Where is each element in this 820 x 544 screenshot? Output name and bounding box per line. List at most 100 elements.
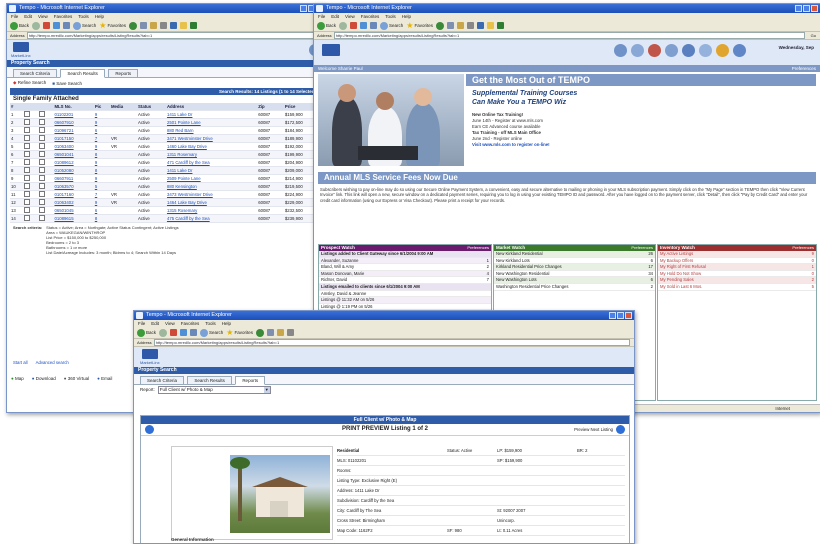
col-media[interactable]: Media bbox=[109, 103, 138, 111]
tab-search-results[interactable]: Search Results bbox=[187, 376, 232, 385]
advanced-search-link[interactable]: Advanced search bbox=[36, 360, 69, 365]
row-checkbox[interactable] bbox=[22, 198, 39, 207]
checkbox[interactable] bbox=[23, 207, 30, 213]
row-address[interactable]: 2509 Pointe Lane bbox=[165, 174, 258, 183]
watch-row[interactable]: Bland, Will & Amy 2 bbox=[319, 264, 491, 271]
row-mls-link[interactable]: 01017150 bbox=[53, 134, 94, 143]
print-icon[interactable] bbox=[286, 329, 294, 336]
menu-favorites[interactable]: Favorites bbox=[54, 13, 73, 20]
print-icon[interactable] bbox=[466, 22, 474, 29]
promo-register-link[interactable]: Visit www.mls.com to register on-line! bbox=[472, 142, 550, 148]
back-button[interactable]: Back bbox=[137, 328, 156, 337]
forward-arrow-icon[interactable] bbox=[32, 21, 41, 30]
menu-tools[interactable]: Tools bbox=[78, 13, 89, 20]
go-button[interactable]: Go bbox=[811, 33, 816, 38]
row-mls-link[interactable]: 06607910 bbox=[53, 118, 94, 127]
print-icon[interactable] bbox=[159, 22, 167, 29]
row-checkbox[interactable] bbox=[22, 214, 39, 223]
row-select-box[interactable] bbox=[38, 126, 54, 135]
results-title-bar[interactable]: Tempo - Microsoft Internet Explorer bbox=[7, 4, 325, 13]
row-mls-link[interactable]: 01102201 bbox=[53, 110, 94, 119]
row-mls-link[interactable]: 01063570 bbox=[53, 182, 94, 191]
checkbox[interactable] bbox=[39, 207, 46, 213]
media-icon[interactable] bbox=[435, 21, 444, 30]
row-mls-link[interactable]: 01063402 bbox=[53, 198, 94, 207]
menu-edit[interactable]: Edit bbox=[151, 320, 159, 327]
minimize-button[interactable] bbox=[300, 5, 307, 12]
mail-icon[interactable] bbox=[149, 22, 157, 29]
row-pic-count[interactable]: 6 bbox=[93, 206, 110, 215]
stop-icon[interactable] bbox=[350, 22, 358, 29]
row-checkbox[interactable] bbox=[22, 126, 39, 135]
watch-row[interactable]: Listings @ 11:32 AM on 5/26 bbox=[319, 297, 491, 304]
nav-calendar-icon[interactable] bbox=[682, 44, 695, 57]
nav-mail-icon[interactable] bbox=[665, 44, 678, 57]
report-select[interactable]: Full Client w/ Photo & Map ▼ bbox=[157, 385, 271, 394]
checkbox[interactable] bbox=[23, 135, 30, 141]
row-mls-link[interactable]: 01052080 bbox=[53, 166, 94, 175]
row-checkbox[interactable] bbox=[22, 166, 39, 175]
search-button[interactable]: Search bbox=[380, 21, 403, 30]
row-checkbox[interactable] bbox=[22, 190, 39, 199]
row-pic-count[interactable]: 9 bbox=[93, 158, 110, 167]
download-button[interactable]: ● Download bbox=[32, 376, 56, 381]
col-pic[interactable]: Pic bbox=[93, 103, 110, 111]
checkbox[interactable] bbox=[39, 111, 46, 117]
start-all-link[interactable]: Start all bbox=[13, 360, 28, 365]
messenger-icon[interactable] bbox=[189, 22, 197, 29]
watch-row[interactable]: New Kirkland Residential 26 bbox=[494, 251, 655, 258]
table-row[interactable]: 1 01102201 9 Active 1411 Lake Dr 60087 $159,90… bbox=[10, 110, 322, 119]
menu-file[interactable]: File bbox=[318, 13, 325, 20]
row-select-box[interactable] bbox=[38, 198, 54, 207]
tab-reports[interactable]: Reports bbox=[235, 376, 266, 385]
row-pic-count[interactable]: 9 bbox=[93, 110, 110, 119]
row-select-box[interactable] bbox=[38, 134, 54, 143]
nav-help-icon[interactable] bbox=[733, 44, 746, 57]
checkbox[interactable] bbox=[23, 143, 30, 149]
row-mls-link[interactable]: 01063400 bbox=[53, 142, 94, 151]
virtual-tour-button[interactable]: ● 360 Virtual bbox=[64, 376, 89, 381]
media-icon[interactable] bbox=[255, 328, 264, 337]
row-select-box[interactable] bbox=[38, 158, 54, 167]
row-checkbox[interactable] bbox=[22, 134, 39, 143]
row-select-box[interactable] bbox=[38, 174, 54, 183]
row-pic-count[interactable]: 8 bbox=[93, 150, 110, 159]
checkbox[interactable] bbox=[39, 199, 46, 205]
address-input[interactable]: http://tempo.mredllc.com/Marketing/apps/… bbox=[153, 339, 630, 346]
email-button[interactable]: ● Email bbox=[97, 376, 112, 381]
row-address[interactable]: 1411 Lake Dr bbox=[165, 110, 258, 119]
checkbox[interactable] bbox=[39, 159, 46, 165]
row-address[interactable]: 880 Kensington bbox=[165, 182, 258, 191]
menu-edit[interactable]: Edit bbox=[331, 13, 339, 20]
search-button[interactable]: Search bbox=[73, 21, 96, 30]
refine-search-button[interactable]: ◆ Refine Search bbox=[13, 80, 46, 86]
table-row[interactable]: 2 06607910 9 Active 2501 Pointe Lane 60087 $17… bbox=[10, 118, 322, 127]
back-button[interactable]: Back bbox=[317, 21, 336, 30]
row-mls-link[interactable]: 01017160 bbox=[53, 190, 94, 199]
checkbox[interactable] bbox=[23, 215, 30, 221]
maximize-button[interactable] bbox=[617, 312, 624, 319]
row-pic-count[interactable]: 6 bbox=[93, 126, 110, 135]
table-row[interactable]: 8 01052080 8 Active 1411 Lake Dr 60087 $209,00… bbox=[10, 166, 322, 175]
checkbox[interactable] bbox=[39, 167, 46, 173]
table-row[interactable]: 11 01017160 7 VR Active 3473 Westminster Driv… bbox=[10, 190, 322, 199]
watch-row[interactable]: Amsley, David & Jeanne bbox=[319, 291, 491, 298]
table-row[interactable]: 9 06607911 9 Active 2509 Pointe Lane 60087 $21… bbox=[10, 174, 322, 183]
row-pic-count[interactable]: 9 bbox=[93, 198, 110, 207]
watch-row[interactable]: Listings added to Client Gateway since 6… bbox=[319, 251, 491, 258]
row-pic-count[interactable]: 9 bbox=[93, 142, 110, 151]
edit-icon[interactable] bbox=[169, 22, 177, 29]
checkbox[interactable] bbox=[23, 127, 30, 133]
checkbox[interactable] bbox=[39, 119, 46, 125]
checkbox[interactable] bbox=[39, 183, 46, 189]
checkbox[interactable] bbox=[23, 119, 30, 125]
row-checkbox[interactable] bbox=[22, 174, 39, 183]
table-row[interactable]: 10 01063570 5 Active 880 Kensington 60087 $219… bbox=[10, 182, 322, 191]
row-pic-count[interactable]: 8 bbox=[93, 214, 110, 223]
menu-favorites[interactable]: Favorites bbox=[181, 320, 200, 327]
checkbox[interactable] bbox=[23, 151, 30, 157]
row-address[interactable]: 880 Red Barn bbox=[165, 126, 258, 135]
table-row[interactable]: 4 01017150 7 VR Active 3471 Westminster Drive… bbox=[10, 134, 322, 143]
row-pic-count[interactable]: 7 bbox=[93, 134, 110, 143]
row-pic-count[interactable]: 5 bbox=[93, 182, 110, 191]
